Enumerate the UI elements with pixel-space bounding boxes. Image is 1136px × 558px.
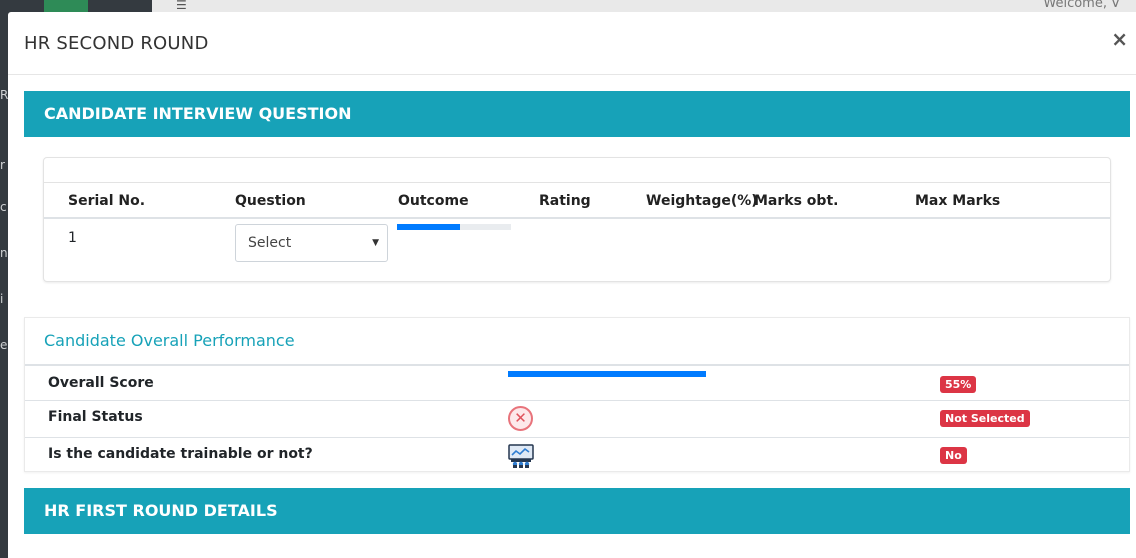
modal-header: HR SECOND ROUND ×: [8, 12, 1136, 75]
x-circle-icon: ✕: [508, 406, 533, 431]
question-table-header: Serial No. Question Outcome Rating Weigh…: [44, 184, 1110, 219]
background-topbar: Welcome, V: [152, 0, 1136, 12]
final-status-label: Final Status: [48, 409, 143, 425]
column-header-max-marks: Max Marks: [915, 193, 1001, 209]
performance-row-overall-score: Overall Score 55%: [25, 364, 1129, 400]
sidebar-item[interactable]: c: [0, 200, 7, 214]
question-table-card: Serial No. Question Outcome Rating Weigh…: [43, 157, 1111, 282]
question-select-value: Select: [248, 235, 292, 251]
close-icon[interactable]: ×: [1111, 27, 1128, 51]
sidebar-item[interactable]: i: [0, 292, 3, 306]
sidebar-item[interactable]: e: [0, 338, 7, 352]
overall-performance-card: Candidate Overall Performance Overall Sc…: [24, 317, 1130, 472]
caret-down-icon: ▼: [372, 238, 379, 248]
outcome-progress-bar: [397, 224, 511, 230]
trainable-badge: No: [940, 447, 967, 464]
sidebar-item[interactable]: r: [0, 158, 5, 172]
trainable-label: Is the candidate trainable or not?: [48, 446, 313, 462]
background-welcome-text: Welcome, V: [1043, 0, 1120, 11]
hamburger-menu-icon[interactable]: ☰: [176, 0, 187, 11]
performance-title: Candidate Overall Performance: [44, 331, 295, 350]
row-serial-number: 1: [68, 230, 77, 246]
overall-score-badge: 55%: [940, 376, 977, 393]
sidebar-item[interactable]: n: [0, 246, 8, 260]
trainable-icon: [508, 444, 534, 468]
column-header-serial: Serial No.: [68, 193, 146, 209]
column-header-weightage: Weightage(%): [646, 193, 758, 209]
question-select[interactable]: Select ▼: [235, 224, 388, 262]
hr-first-round-header: HR FIRST ROUND DETAILS: [24, 488, 1130, 534]
performance-row-final-status: Final Status ✕ Not Selected: [25, 400, 1129, 437]
outcome-progress-fill: [397, 224, 460, 230]
column-header-rating: Rating: [539, 193, 591, 209]
overall-score-progress-fill: [508, 371, 706, 377]
final-status-badge: Not Selected: [940, 410, 1030, 427]
column-header-question: Question: [235, 193, 306, 209]
column-header-marks-obtained: Marks obt.: [754, 193, 839, 209]
interview-question-header: CANDIDATE INTERVIEW QUESTION: [24, 91, 1130, 137]
column-header-outcome: Outcome: [398, 193, 469, 209]
background-logo: [44, 0, 88, 12]
performance-row-trainable: Is the candidate trainable or not? No: [25, 437, 1129, 472]
overall-score-label: Overall Score: [48, 375, 154, 391]
table-top-strip: [44, 158, 1110, 183]
modal-title: HR SECOND ROUND: [24, 33, 209, 54]
overall-score-progress-bar: [508, 371, 706, 377]
hr-second-round-modal: HR SECOND ROUND × CANDIDATE INTERVIEW QU…: [8, 12, 1136, 558]
